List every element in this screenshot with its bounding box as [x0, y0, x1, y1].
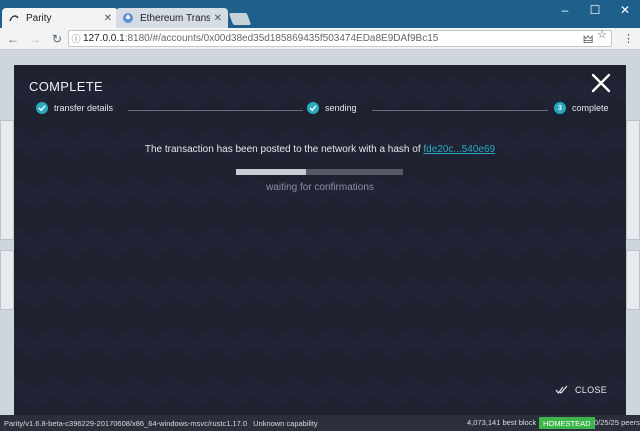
- browser-tab-bar: Parity ✕ Ethereum Transaction 0x ✕ – ☐ ✕: [0, 0, 640, 28]
- tab-parity[interactable]: Parity ✕: [2, 8, 118, 28]
- waiting-text: waiting for confirmations: [266, 182, 374, 193]
- peers-text: 0/25/25 peers: [594, 418, 640, 427]
- tab-ethereum-transaction[interactable]: Ethereum Transaction 0x ✕: [116, 8, 228, 28]
- check-circle-icon: [307, 102, 319, 114]
- version-text: Parity/v1.6.8-beta-c396229-20170608/x86_…: [4, 418, 248, 428]
- bookmark-star-icon[interactable]: ☆: [597, 28, 607, 50]
- back-icon[interactable]: ←: [4, 30, 22, 48]
- modal-title: COMPLETE: [29, 79, 103, 94]
- tab-close-icon[interactable]: ✕: [104, 13, 112, 24]
- check-circle-icon: [36, 102, 48, 114]
- progress-stepper: transfer details sending 3 complete: [34, 102, 609, 120]
- info-icon[interactable]: ⓘ: [69, 32, 83, 45]
- network-badge: HOMESTEAD: [539, 417, 595, 429]
- progress-fill: [236, 169, 307, 175]
- minimize-icon[interactable]: –: [550, 0, 580, 20]
- ethereum-icon: [122, 12, 134, 24]
- confirmation-progress-bar: [236, 169, 403, 175]
- url-text[interactable]: 127.0.0.1:8180/#/accounts/0x00d38ed35d18…: [83, 33, 583, 44]
- extension-icon[interactable]: 🜲: [583, 28, 593, 50]
- new-tab-button[interactable]: [228, 13, 252, 25]
- tab-close-icon[interactable]: ✕: [214, 13, 222, 24]
- browser-menu-icon[interactable]: ⋮: [623, 32, 634, 45]
- close-label: CLOSE: [575, 385, 608, 395]
- step-number-badge: 3: [554, 102, 566, 114]
- step-complete: 3 complete: [554, 102, 609, 114]
- transaction-message: The transaction has been posted to the n…: [144, 144, 496, 155]
- browser-toolbar: ← → ↻ ⓘ 127.0.0.1:8180/#/accounts/0x00d3…: [0, 28, 640, 50]
- window-close-icon[interactable]: ✕: [610, 0, 640, 20]
- step-label: complete: [572, 103, 609, 113]
- address-bar[interactable]: ⓘ 127.0.0.1:8180/#/accounts/0x00d38ed35d…: [68, 28, 612, 50]
- best-block-text: 4,073,141 best block: [467, 418, 537, 427]
- background-card: [626, 120, 640, 240]
- step-sending: sending: [307, 102, 357, 114]
- parity-icon: [8, 12, 20, 24]
- step-connector: [372, 110, 548, 111]
- tab-title: Parity: [26, 12, 52, 24]
- reload-icon[interactable]: ↻: [48, 30, 66, 48]
- step-transfer-details: transfer details: [36, 102, 113, 114]
- forward-icon[interactable]: →: [26, 30, 44, 48]
- step-label: transfer details: [54, 103, 114, 113]
- double-check-icon: [555, 385, 568, 394]
- step-label: sending: [325, 103, 357, 113]
- transaction-complete-modal: COMPLETE transfer details sending 3 comp…: [14, 65, 626, 415]
- capability-text: Unknown capability: [253, 418, 318, 428]
- background-card: [0, 250, 14, 310]
- tab-title: Ethereum Transaction 0x: [140, 12, 210, 24]
- background-card: [0, 120, 14, 240]
- close-button[interactable]: CLOSE: [555, 385, 607, 395]
- step-connector: [128, 110, 303, 111]
- status-bar: Parity/v1.6.8-beta-c396229-20170608/x86_…: [0, 415, 640, 431]
- transaction-hash-link[interactable]: fde20c...540e69: [423, 144, 495, 155]
- maximize-icon[interactable]: ☐: [580, 0, 610, 20]
- background-card: [626, 250, 640, 310]
- close-icon[interactable]: [590, 72, 612, 94]
